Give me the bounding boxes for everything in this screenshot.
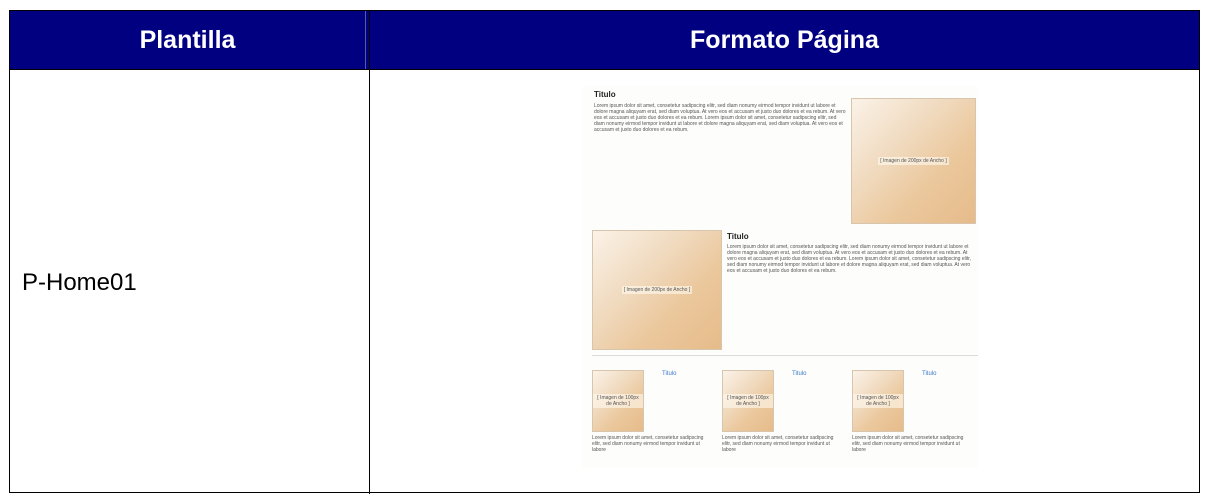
header-formato-pagina: Formato Página xyxy=(690,25,879,54)
preview-block1-image-caption: [ Imagen de 200px de Ancho ] xyxy=(878,157,949,165)
column-divider xyxy=(369,69,370,494)
preview-small2-image-caption: [ Imagen de 100px de Ancho ] xyxy=(723,394,773,408)
preview-small1-image: [ Imagen de 100px de Ancho ] xyxy=(592,370,644,432)
preview-small2-title[interactable]: Titulo xyxy=(792,371,806,377)
table-header: Plantilla Formato Página xyxy=(10,11,1199,69)
preview-small1-image-caption: [ Imagen de 100px de Ancho ] xyxy=(593,394,643,408)
preview-block1-text: Lorem ipsum dolor sit amet, consetetur s… xyxy=(594,103,846,133)
preview-small3-image: [ Imagen de 100px de Ancho ] xyxy=(852,370,904,432)
preview-small3-text: Lorem ipsum dolor sit amet, consetetur s… xyxy=(852,435,964,453)
preview-small3-image-caption: [ Imagen de 100px de Ancho ] xyxy=(853,394,903,408)
preview-small1-title[interactable]: Titulo xyxy=(662,371,676,377)
row-divider xyxy=(10,69,1199,70)
preview-small1-text: Lorem ipsum dolor sit amet, consetetur s… xyxy=(592,435,704,453)
preview-block2-image-caption: [ Imagen de 200px de Ancho ] xyxy=(621,286,693,294)
preview-block2-title: Titulo xyxy=(727,232,749,241)
preview-small3-title[interactable]: Titulo xyxy=(922,371,936,377)
preview-block1-title: Titulo xyxy=(594,90,616,99)
preview-block1-image: [ Imagen de 200px de Ancho ] xyxy=(851,98,976,224)
page-format-preview: Titulo Lorem ipsum dolor sit amet, conse… xyxy=(582,86,978,468)
preview-small2-text: Lorem ipsum dolor sit amet, consetetur s… xyxy=(722,435,834,453)
template-name-cell: P-Home01 xyxy=(22,269,137,296)
preview-block2-image: [ Imagen de 200px de Ancho ] xyxy=(592,230,722,350)
header-plantilla: Plantilla xyxy=(139,25,236,54)
preview-small2-image: [ Imagen de 100px de Ancho ] xyxy=(722,370,774,432)
preview-divider xyxy=(592,355,978,356)
preview-block2-text: Lorem ipsum dolor sit amet, consetetur s… xyxy=(727,244,972,274)
